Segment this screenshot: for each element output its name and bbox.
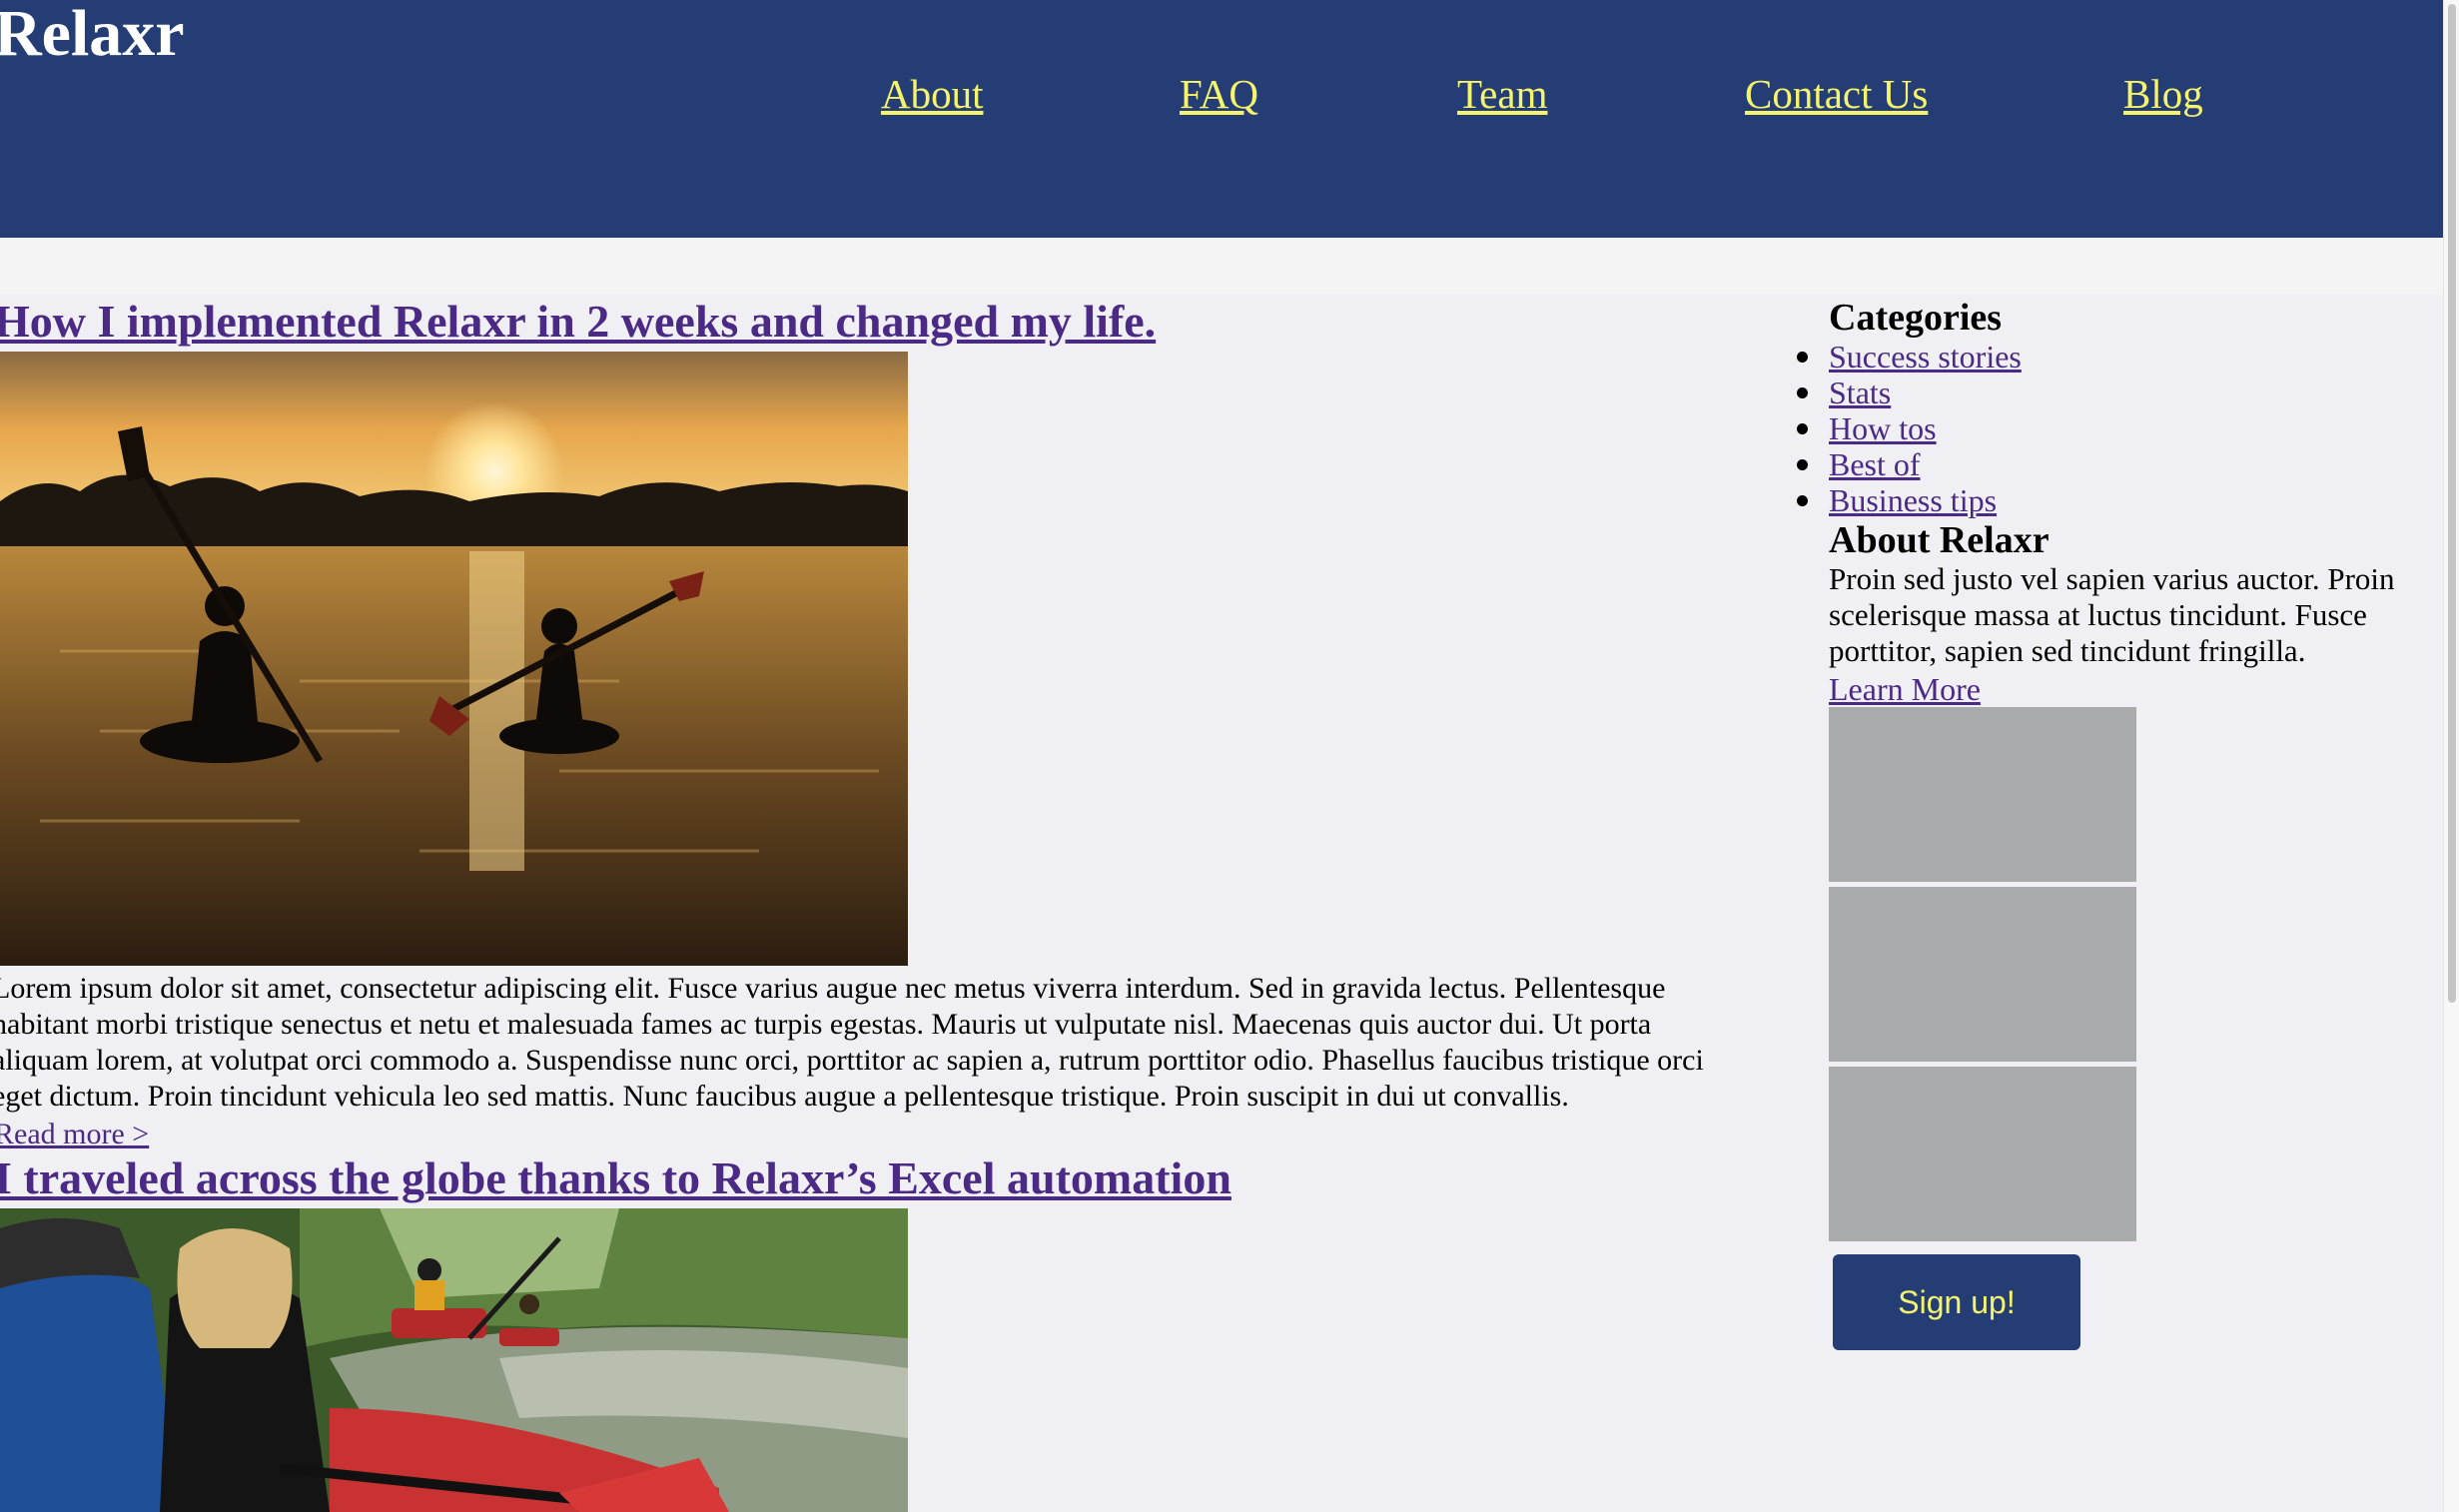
kayakers-sunset-image <box>0 352 908 966</box>
site-header: Relaxr About FAQ Team Contact Us Blog <box>0 0 2443 238</box>
category-link-best-of[interactable]: Best of <box>1829 446 1921 482</box>
category-link-how-tos[interactable]: How tos <box>1829 410 1937 446</box>
post-excerpt-line: eget dictum. Proin tincidunt vehicula le… <box>0 1080 1569 1113</box>
category-link-business-tips[interactable]: Business tips <box>1829 482 1997 518</box>
category-link-stats[interactable]: Stats <box>1829 375 1891 410</box>
image-placeholder <box>1829 1067 2136 1241</box>
image-placeholder <box>1829 707 2136 882</box>
image-placeholder <box>1829 887 2136 1062</box>
site-title: Relaxr <box>0 0 185 70</box>
kayak-group-river-image <box>0 1208 908 1512</box>
post-image-1[interactable] <box>0 352 908 966</box>
nav-link-contact-us[interactable]: Contact Us <box>1745 68 1928 120</box>
nav-link-about[interactable]: About <box>881 68 984 120</box>
category-link-success-stories[interactable]: Success stories <box>1829 339 2022 375</box>
nav-link-blog[interactable]: Blog <box>2123 68 2203 120</box>
category-item: Business tips <box>1797 482 2022 518</box>
nav-link-faq[interactable]: FAQ <box>1180 68 1258 120</box>
post-title-2[interactable]: I traveled across the globe thanks to Re… <box>0 1150 1231 1206</box>
nav-link-team[interactable]: Team <box>1457 68 1547 120</box>
post-excerpt-line: habitant morbi tristique senectus et net… <box>0 1008 1652 1041</box>
about-heading: About Relaxr <box>1829 519 2049 561</box>
post-title-1[interactable]: How I implemented Relaxr in 2 weeks and … <box>0 294 1156 350</box>
scrollbar-thumb[interactable] <box>2448 4 2456 1003</box>
category-item: Best of <box>1797 446 2022 482</box>
vertical-scrollbar[interactable] <box>2443 0 2459 1512</box>
categories-heading: Categories <box>1829 297 2003 339</box>
post-excerpt-1: Lorem ipsum dolor sit amet, consectetur … <box>0 971 1810 1115</box>
categories-list: Success stories Stats How tos Best of Bu… <box>1797 339 2022 518</box>
signup-button[interactable]: Sign up! <box>1833 1254 2080 1350</box>
read-more-link-1[interactable]: Read more > <box>0 1115 149 1154</box>
category-item: Success stories <box>1797 339 2022 375</box>
header-spacer <box>0 238 2443 295</box>
about-text: Proin sed justo vel sapien varius auctor… <box>1829 561 2395 668</box>
category-item: How tos <box>1797 410 2022 446</box>
learn-more-link[interactable]: Learn More <box>1829 669 1981 709</box>
post-excerpt-line: aliquam lorem, at volutpat orci commodo … <box>0 1044 1704 1077</box>
post-excerpt-line: Lorem ipsum dolor sit amet, consectetur … <box>0 972 1666 1005</box>
category-item: Stats <box>1797 375 2022 410</box>
post-image-2[interactable] <box>0 1208 908 1512</box>
